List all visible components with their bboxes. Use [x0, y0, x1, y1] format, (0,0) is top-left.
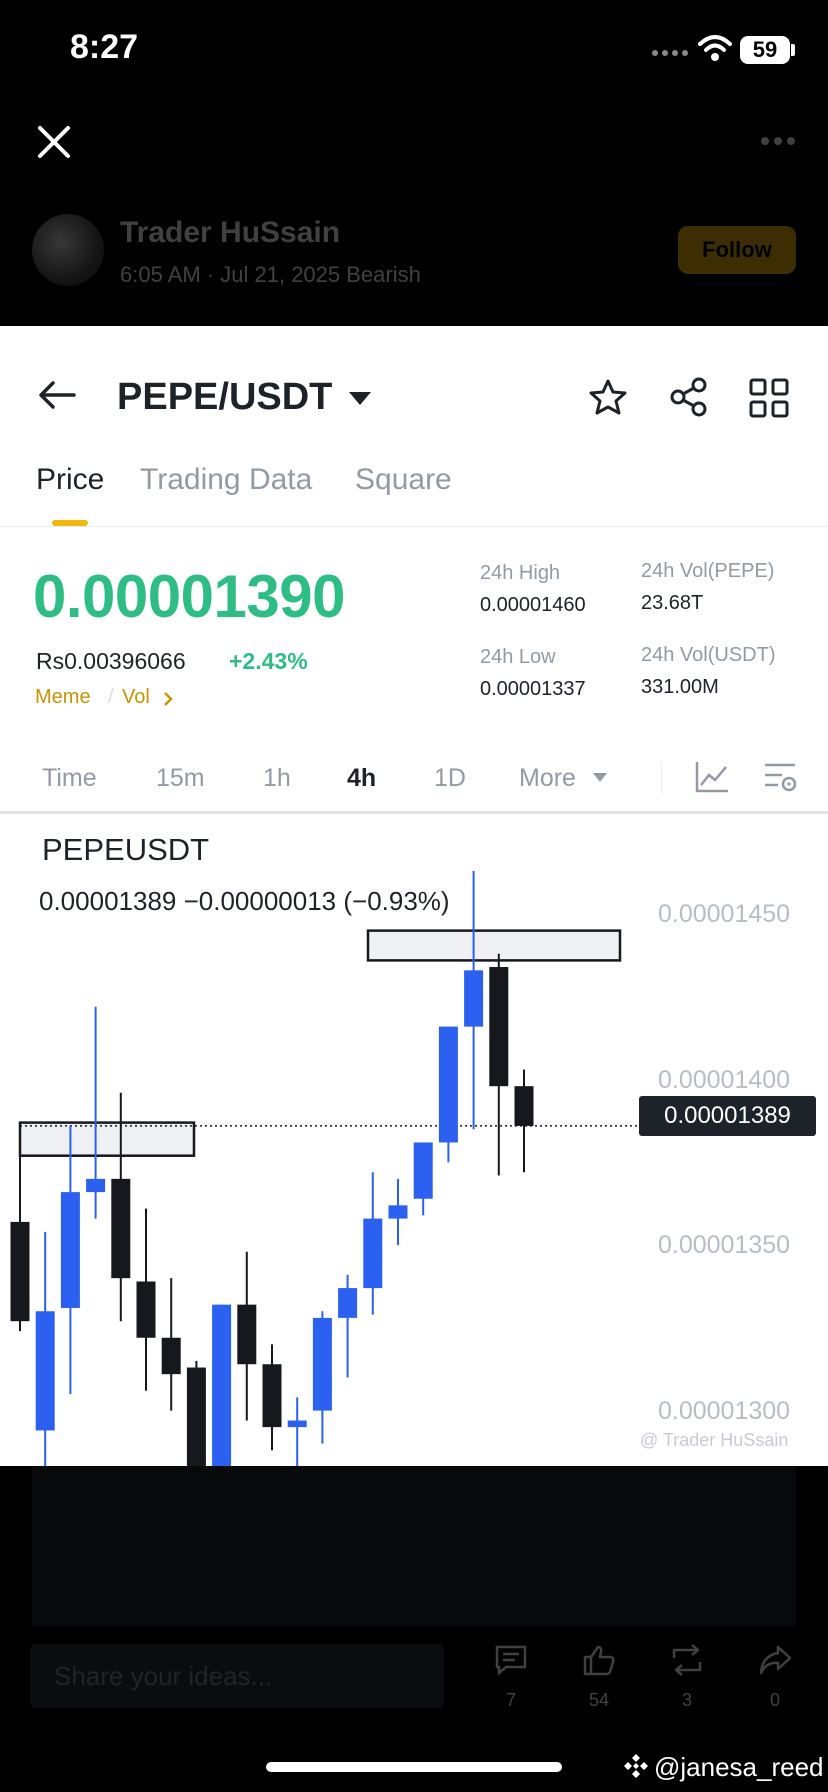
high-value: 0.00001460: [480, 594, 586, 616]
watermark: @ Trader HuSsain: [640, 1430, 789, 1450]
candle-body: [60, 1192, 80, 1308]
tag-meme[interactable]: Meme: [35, 686, 91, 709]
share-forward-icon[interactable]: [758, 1644, 792, 1676]
interval-time[interactable]: Time: [42, 764, 97, 793]
candle-body: [35, 1311, 55, 1431]
candle-body: [464, 970, 484, 1027]
candle-body: [312, 1317, 332, 1411]
y-axis-tick: 0.00001350: [658, 1231, 791, 1259]
tabs-divider: [0, 526, 828, 527]
battery-cap: [791, 44, 795, 56]
chart-symbol: PEPEUSDT: [42, 832, 210, 867]
candle-body: [338, 1288, 358, 1318]
candle-body: [136, 1281, 156, 1338]
status-time: 8:27: [70, 28, 139, 66]
candle-body: [262, 1364, 282, 1428]
interval-1d[interactable]: 1D: [434, 764, 466, 793]
battery-indicator: 59: [740, 36, 790, 64]
pair-selector[interactable]: PEPE/USDT: [117, 376, 332, 419]
chart-settings-icon[interactable]: [762, 760, 798, 794]
grid-menu-icon[interactable]: [749, 378, 789, 418]
star-icon[interactable]: [588, 378, 628, 416]
fiat-price: Rs0.00396066: [36, 648, 186, 674]
home-indicator[interactable]: [266, 1762, 562, 1772]
cellular-signal-icon: [652, 50, 688, 56]
author-name[interactable]: Trader HuSsain: [120, 216, 340, 250]
candle-body: [363, 1218, 383, 1289]
candle-body: [388, 1205, 408, 1219]
post-meta: 6:05 AM · Jul 21, 2025 Bearish: [120, 262, 421, 287]
comment-input[interactable]: Share your ideas...: [30, 1644, 444, 1708]
resistance-zone-box: [366, 929, 622, 962]
vol-quote-value: 331.00M: [641, 676, 719, 698]
vol-base-value: 23.68T: [641, 592, 704, 614]
vol-base-label: 24h Vol(PEPE): [641, 560, 775, 582]
high-label: 24h High: [480, 562, 561, 584]
repost-count: 3: [681, 1690, 692, 1710]
repost-icon[interactable]: [670, 1644, 704, 1676]
share-icon[interactable]: [668, 376, 710, 418]
more-options-icon[interactable]: [760, 136, 796, 146]
support-zone-box: [18, 1121, 196, 1157]
follow-button[interactable]: Follow: [678, 226, 796, 274]
candle-body: [514, 1086, 534, 1126]
candle-body: [10, 1221, 30, 1322]
y-axis-tick: 0.00001450: [658, 900, 791, 928]
like-icon[interactable]: [582, 1644, 616, 1676]
caret-down-icon[interactable]: [349, 392, 371, 405]
candle-body: [489, 967, 509, 1087]
more-caret-icon[interactable]: [593, 773, 607, 782]
interval-divider: [661, 762, 662, 794]
candle-body: [161, 1337, 181, 1375]
like-count: 54: [588, 1690, 610, 1710]
market-sheet: PEPE/USDT Price Trading Data Square 0.00…: [0, 326, 828, 1466]
candle-body: [237, 1304, 257, 1365]
interval-15m[interactable]: 15m: [156, 764, 205, 793]
share-count: 0: [769, 1690, 780, 1710]
author-credit: @janesa_reed: [654, 1752, 824, 1782]
author-avatar[interactable]: [32, 214, 104, 286]
y-axis-tick: 0.00001400: [658, 1066, 791, 1094]
candle-body: [212, 1304, 232, 1466]
tab-price[interactable]: Price: [36, 463, 104, 497]
binance-logo-icon: [624, 1754, 648, 1778]
interval-1h[interactable]: 1h: [263, 764, 291, 793]
low-label: 24h Low: [480, 646, 556, 668]
low-value: 0.00001337: [480, 678, 586, 700]
embedded-preview-card: [32, 1466, 796, 1626]
candle-body: [438, 1026, 458, 1143]
vol-quote-label: 24h Vol(USDT): [641, 644, 776, 666]
candle-body: [413, 1142, 433, 1199]
candle-body: [186, 1367, 206, 1466]
tab-trading-data[interactable]: Trading Data: [140, 463, 312, 497]
change-percent: +2.43%: [229, 648, 308, 674]
comment-icon[interactable]: [494, 1644, 528, 1676]
close-icon[interactable]: [36, 124, 72, 160]
chevron-right-icon[interactable]: [162, 690, 174, 708]
candle-body: [86, 1178, 106, 1193]
wifi-icon: [698, 35, 732, 61]
back-arrow-icon[interactable]: [38, 380, 76, 410]
tab-square[interactable]: Square: [355, 463, 452, 497]
y-axis-tick: 0.00001300: [658, 1397, 791, 1425]
candle-body: [111, 1178, 131, 1279]
chart-ohlc-readout: 0.00001389 −0.00000013 (−0.93%): [39, 886, 450, 916]
tag-vol[interactable]: Vol: [122, 686, 150, 709]
tag-separator: /: [108, 686, 114, 708]
indicator-icon[interactable]: [694, 760, 730, 794]
interval-4h[interactable]: 4h: [347, 764, 376, 793]
comment-count: 7: [505, 1690, 516, 1710]
last-price: 0.00001390: [33, 563, 346, 630]
interval-more[interactable]: More: [519, 764, 576, 793]
candle-body: [287, 1420, 307, 1428]
current-price-tag: 0.00001389: [639, 1096, 816, 1136]
